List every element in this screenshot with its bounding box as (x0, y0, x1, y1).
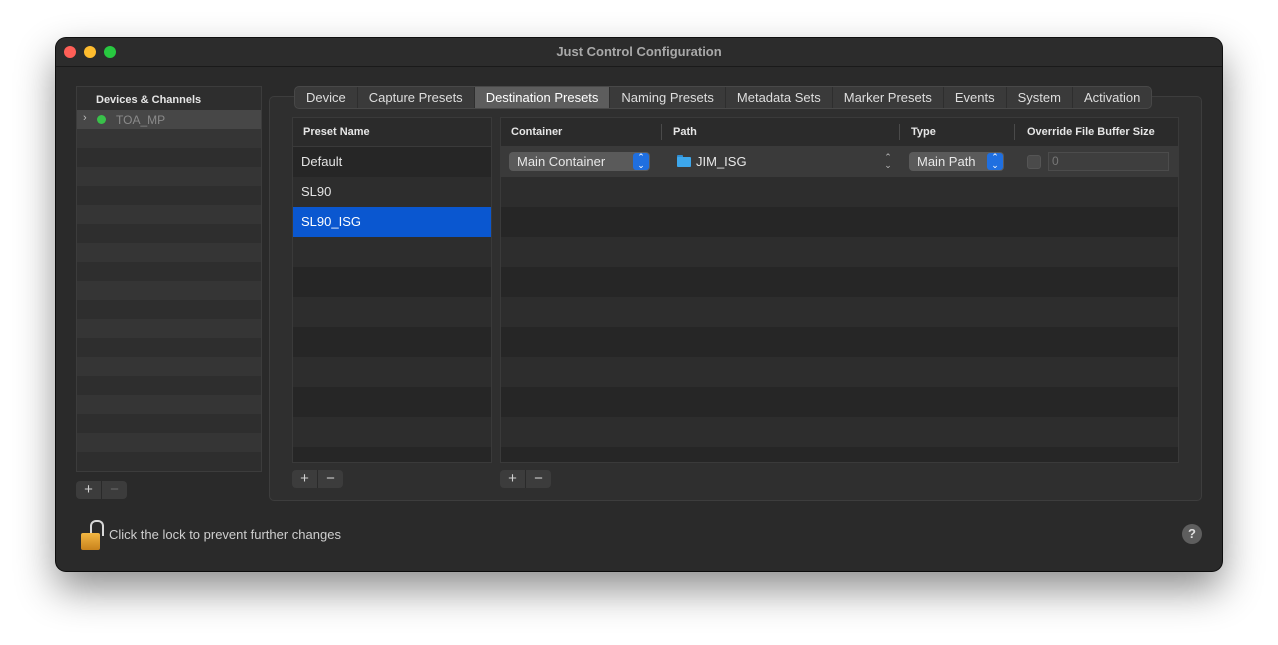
table-row (293, 237, 491, 267)
status-dot-icon (97, 115, 106, 124)
type-column-header[interactable]: Type (911, 118, 936, 146)
list-item (77, 262, 261, 281)
list-item (77, 129, 261, 148)
override-column-header[interactable]: Override File Buffer Size (1027, 118, 1155, 146)
devices-sidebar: Devices & Channels › TOA_MP (76, 86, 262, 472)
table-row (501, 267, 1178, 297)
list-item (77, 167, 261, 186)
list-item (77, 300, 261, 319)
table-row (501, 207, 1178, 237)
container-popup[interactable]: Main Container ⌃ ⌄ (509, 152, 650, 171)
add-destination-button[interactable]: + (500, 470, 525, 488)
sidebar-item-device[interactable]: › TOA_MP (77, 110, 261, 129)
column-divider[interactable] (661, 124, 662, 140)
table-row (293, 447, 491, 462)
table-row (501, 387, 1178, 417)
type-popup[interactable]: Main Path ⌃ ⌄ (909, 152, 1004, 171)
list-item (77, 338, 261, 357)
destination-table-header: Container Path Type Override File Buffer… (501, 118, 1178, 147)
config-window: Just Control Configuration Devices & Cha… (56, 38, 1222, 571)
destination-table: Container Path Type Override File Buffer… (500, 117, 1179, 463)
table-row (501, 237, 1178, 267)
table-row (293, 387, 491, 417)
help-button[interactable]: ? (1182, 524, 1202, 544)
list-item (77, 224, 261, 243)
path-value: JIM_ISG (696, 154, 747, 169)
preset-row-sl90[interactable]: SL90 (293, 177, 491, 207)
table-row (293, 297, 491, 327)
list-item (77, 395, 261, 414)
list-item (77, 281, 261, 300)
override-checkbox[interactable] (1027, 155, 1041, 169)
list-item (77, 357, 261, 376)
type-value: Main Path (917, 154, 976, 169)
table-row (293, 267, 491, 297)
preset-name-header[interactable]: Preset Name (293, 118, 491, 147)
folder-icon (677, 155, 691, 167)
list-item (77, 205, 261, 224)
list-item (77, 319, 261, 338)
preset-list-table: Preset Name Default SL90 SL90_ISG (292, 117, 492, 463)
table-row[interactable]: Main Container ⌃ ⌄ JIM_ISG ⌃ ⌄ Main Path ⌃… (501, 147, 1178, 177)
path-popup[interactable]: JIM_ISG ⌃ ⌄ (677, 152, 893, 171)
table-row (501, 327, 1178, 357)
add-device-button[interactable]: + (76, 481, 101, 499)
lock-icon[interactable] (81, 520, 104, 550)
column-divider[interactable] (1014, 124, 1015, 140)
add-preset-button[interactable]: + (292, 470, 317, 488)
preset-row-sl90-isg[interactable]: SL90_ISG (293, 207, 491, 237)
tab-marker-presets[interactable]: Marker Presets (833, 87, 944, 108)
tab-metadata-sets[interactable]: Metadata Sets (726, 87, 833, 108)
list-item (77, 452, 261, 471)
tab-naming-presets[interactable]: Naming Presets (610, 87, 726, 108)
remove-preset-button[interactable]: − (317, 470, 343, 488)
preset-add-remove: + − (292, 470, 343, 488)
buffer-size-field[interactable]: 0 (1048, 152, 1169, 171)
sidebar-add-remove: + − (76, 481, 127, 499)
container-value: Main Container (517, 154, 606, 169)
table-row (501, 447, 1178, 462)
container-column-header[interactable]: Container (511, 118, 562, 146)
tab-device[interactable]: Device (295, 87, 358, 108)
table-row (501, 417, 1178, 447)
table-row (293, 417, 491, 447)
window-title: Just Control Configuration (556, 44, 722, 59)
tab-destination-presets[interactable]: Destination Presets (474, 87, 611, 108)
lock-message: Click the lock to prevent further change… (109, 527, 341, 542)
updown-arrows-icon: ⌃ ⌄ (987, 153, 1003, 170)
tab-events[interactable]: Events (944, 87, 1007, 108)
list-item (77, 243, 261, 262)
path-column-header[interactable]: Path (673, 118, 697, 146)
device-name: TOA_MP (116, 113, 166, 127)
table-row (293, 327, 491, 357)
table-row (501, 297, 1178, 327)
table-row (293, 357, 491, 387)
list-item (77, 433, 261, 452)
preset-row-default[interactable]: Default (293, 147, 491, 177)
preset-name-header-label: Preset Name (303, 126, 370, 138)
sidebar-header: Devices & Channels (96, 94, 202, 106)
tab-system[interactable]: System (1007, 87, 1073, 108)
remove-device-button[interactable]: − (101, 481, 127, 499)
tab-activation[interactable]: Activation (1073, 87, 1151, 108)
table-row (501, 177, 1178, 207)
list-item (77, 376, 261, 395)
updown-arrows-icon: ⌃ ⌄ (633, 153, 649, 170)
updown-arrows-icon: ⌃ ⌄ (884, 152, 892, 170)
table-row (501, 357, 1178, 387)
remove-destination-button[interactable]: − (525, 470, 551, 488)
destination-add-remove: + − (500, 470, 551, 488)
title-bar: Just Control Configuration (56, 38, 1222, 67)
chevron-right-icon[interactable]: › (83, 112, 87, 124)
list-item (77, 414, 261, 433)
list-item (77, 148, 261, 167)
tab-capture-presets[interactable]: Capture Presets (358, 87, 475, 108)
tab-bar: Device Capture Presets Destination Prese… (294, 86, 1153, 109)
list-item (77, 186, 261, 205)
column-divider[interactable] (899, 124, 900, 140)
